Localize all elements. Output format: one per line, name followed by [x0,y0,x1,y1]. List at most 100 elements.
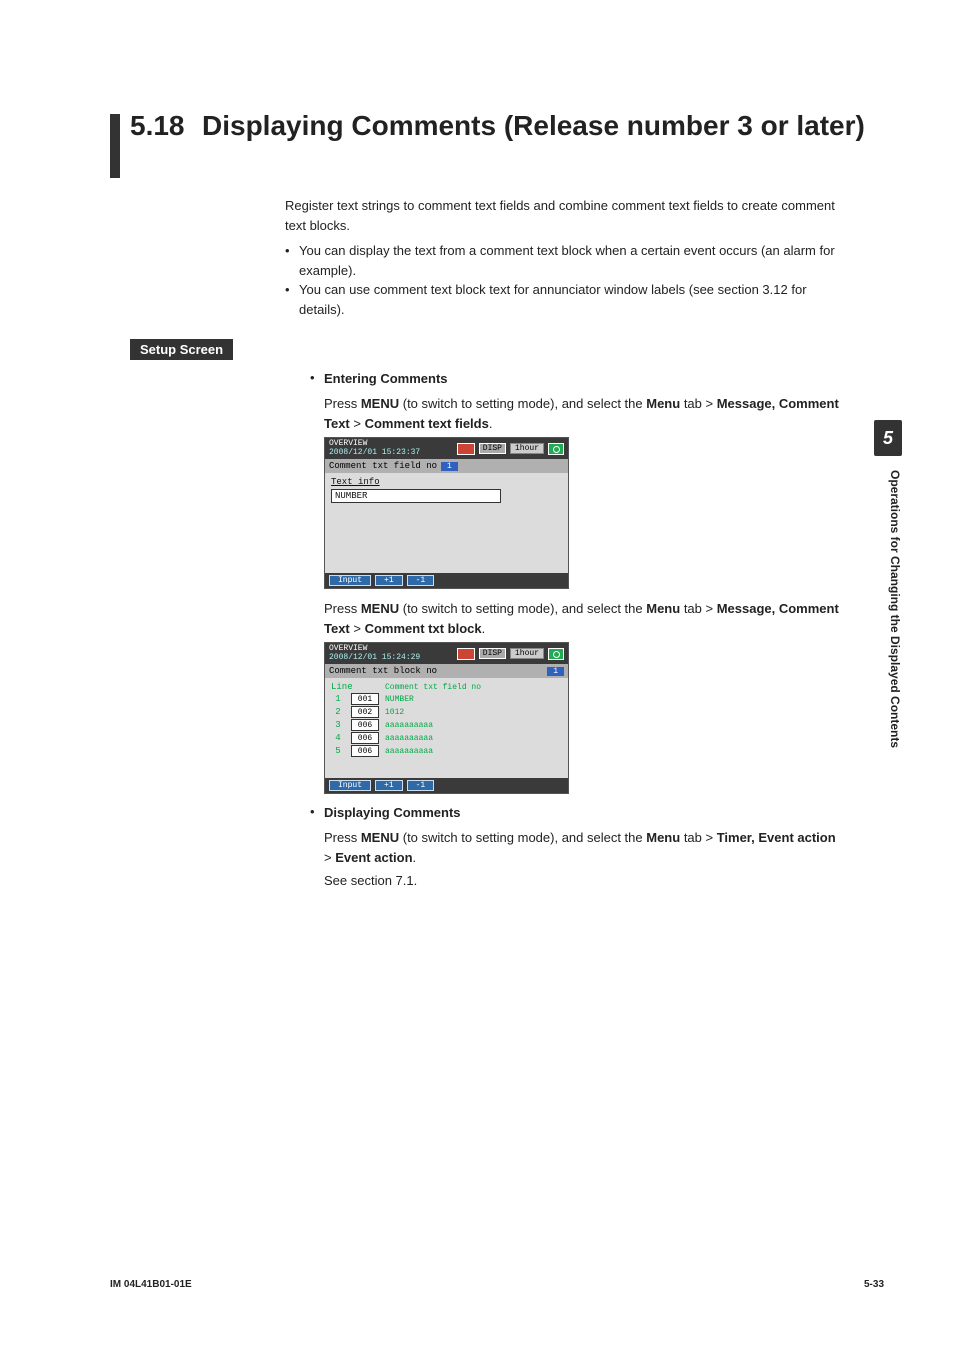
menu-tab: Menu [646,396,680,411]
path-event-action: Event action [335,850,412,865]
input-button: Input [329,575,371,586]
disp-button: DISP [479,443,506,454]
col-fieldno-header: Comment txt field no [385,683,481,692]
text-info-label: Text info [331,477,562,487]
path-comment-text-fields: Comment text fields [365,416,489,431]
mock-datetime: 2008/12/01 15:24:29 [329,653,453,662]
mock-titlebar-label: Comment txt field no [329,461,437,471]
page-footer: IM 04L41B01-01E 5-33 [110,1279,884,1290]
row-fieldno: 001 [351,693,379,705]
camera-icon [548,648,564,660]
entering-comments-heading-row: Entering Comments [310,370,844,388]
text: . [413,850,417,865]
text: tab > [680,601,717,616]
setup-screen-label: Setup Screen [130,339,233,360]
record-icon [457,648,475,660]
intro-bullet-list: You can display the text from a comment … [285,241,844,319]
menu-key: MENU [361,601,399,616]
text: (to switch to setting mode), and select … [399,830,646,845]
intro-text: Register text strings to comment text fi… [285,196,844,235]
text-info-input: NUMBER [331,489,501,503]
footer-right: 5-33 [864,1279,884,1290]
table-row: 1 001 NUMBER [331,693,562,705]
disp-button: DISP [479,648,506,659]
mock2-header: OVERVIEW 2008/12/01 15:24:29 DISP 1hour [325,643,568,664]
text: > [350,621,365,636]
row-line: 4 [331,733,345,743]
section-title: 5.18 Displaying Comments (Release number… [110,110,884,178]
path-comment-txt-block: Comment txt block [365,621,482,636]
menu-key: MENU [361,830,399,845]
text: tab > [680,396,717,411]
row-value: 1012 [385,708,404,717]
block-no-value: 1 [547,667,564,676]
row-fieldno: 006 [351,745,379,757]
minus-button: -1 [407,780,435,791]
see-section-text: See section 7.1. [324,873,417,888]
row-value: NUMBER [385,695,414,704]
table-row: 2 002 1012 [331,706,562,718]
chapter-side-label: Operations for Changing the Displayed Co… [874,470,902,830]
mock-titlebar: Comment txt field no 1 [325,459,568,473]
screenshot-comment-text-field: OVERVIEW 2008/12/01 15:23:37 DISP 1hour … [310,437,844,589]
row-value: aaaaaaaaaa [385,747,433,756]
menu-key: MENU [361,396,399,411]
plus-button: +1 [375,780,403,791]
screenshot-comment-txt-block: OVERVIEW 2008/12/01 15:24:29 DISP 1hour … [310,642,844,794]
text: . [489,416,493,431]
mock-footer: Input +1 -1 [325,573,568,588]
entering-step-1: Press MENU (to switch to setting mode), … [310,394,844,433]
text: > [324,850,335,865]
chapter-tab: 5 [874,420,902,456]
hour-indicator: 1hour [510,648,544,659]
text: Press [324,830,361,845]
row-line: 2 [331,707,345,717]
row-value: aaaaaaaaaa [385,721,433,730]
see-section: See section 7.1. [310,871,844,891]
row-line: 1 [331,694,345,704]
field-no-value: 1 [441,462,458,471]
menu-tab: Menu [646,830,680,845]
text: Press [324,601,361,616]
col-line-header: Line [331,682,345,692]
mock-overview: OVERVIEW [329,645,453,653]
entering-comments-heading: Entering Comments [324,371,448,386]
displaying-comments-heading: Displaying Comments [324,805,461,820]
displaying-step: Press MENU (to switch to setting mode), … [310,828,844,867]
mock-header: OVERVIEW 2008/12/01 15:23:37 DISP 1hour [325,438,568,459]
intro-bullet: You can use comment text block text for … [285,280,844,319]
title-bar [110,114,120,178]
table-row: 3 006 aaaaaaaaaa [331,719,562,731]
menu-tab: Menu [646,601,680,616]
displaying-comments-heading-row: Displaying Comments [310,804,844,822]
plus-button: +1 [375,575,403,586]
row-value: aaaaaaaaaa [385,734,433,743]
row-line: 5 [331,746,345,756]
footer-left: IM 04L41B01-01E [110,1279,192,1290]
mock2-titlebar: Comment txt block no 1 [325,664,568,678]
text: > [350,416,365,431]
mock2-titlebar-label: Comment txt block no [329,666,437,676]
mock2-body: Line Comment txt field no 1 001 NUMBER 2… [325,678,568,778]
record-icon [457,443,475,455]
mock-datetime: 2008/12/01 15:23:37 [329,448,453,457]
mock2-footer: Input +1 -1 [325,778,568,793]
section-number: 5.18 [130,110,192,142]
entering-step-2: Press MENU (to switch to setting mode), … [310,599,844,638]
text: Press [324,396,361,411]
path-timer-event-action: Timer, Event action [717,830,836,845]
mock-body: Text info NUMBER [325,473,568,573]
row-fieldno: 006 [351,732,379,744]
row-fieldno: 006 [351,719,379,731]
hour-indicator: 1hour [510,443,544,454]
input-button: Input [329,780,371,791]
section-heading: Displaying Comments (Release number 3 or… [202,110,865,142]
text: (to switch to setting mode), and select … [399,396,646,411]
text: tab > [680,830,717,845]
text: . [482,621,486,636]
table-row: 4 006 aaaaaaaaaa [331,732,562,744]
intro-bullet: You can display the text from a comment … [285,241,844,280]
table-row: 5 006 aaaaaaaaaa [331,745,562,757]
text: (to switch to setting mode), and select … [399,601,646,616]
row-line: 3 [331,720,345,730]
